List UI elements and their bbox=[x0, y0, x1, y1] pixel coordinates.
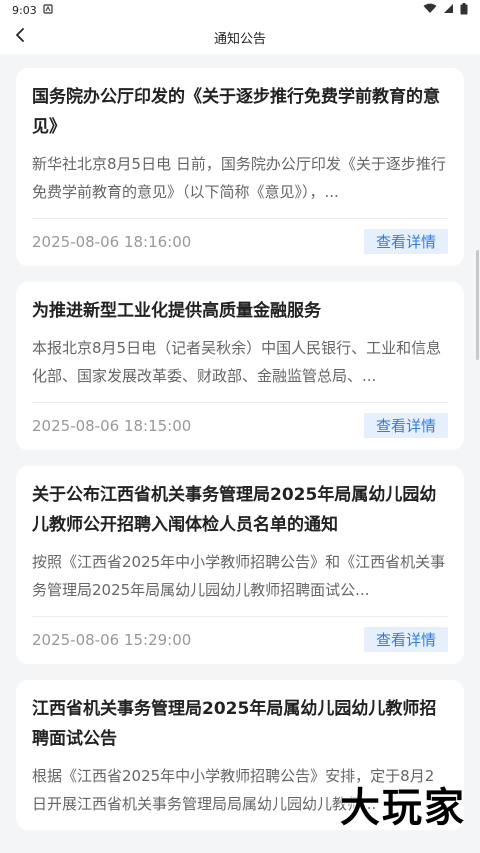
divider bbox=[32, 616, 448, 617]
article-card[interactable]: 为推进新型工业化提供高质量金融服务 本报北京8月5日电（记者吴秋余）中国人民银行… bbox=[16, 282, 464, 450]
view-details-button[interactable]: 查看详情 bbox=[363, 627, 448, 652]
article-summary: 本报北京8月5日电（记者吴秋余）中国人民银行、工业和信息化部、国家发展改革委、财… bbox=[32, 339, 442, 385]
article-summary: 新华社北京8月5日电 日前，国务院办公厅印发《关于逐步推行免费学前教育的意见》（… bbox=[32, 155, 446, 201]
article-title[interactable]: 关于公布江西省机关事务管理局2025年局属幼儿园幼儿教师公开招聘入闱体检人员名单… bbox=[32, 480, 448, 540]
notification-icon bbox=[43, 3, 53, 17]
article-footer: 2025-08-06 15:29:00 查看详情 bbox=[32, 627, 448, 652]
article-card[interactable]: 国务院办公厅印发的《关于逐步推行免费学前教育的意见》 新华社北京8月5日电 日前… bbox=[16, 68, 464, 266]
scrollbar[interactable] bbox=[476, 250, 479, 360]
view-details-button[interactable]: 查看详情 bbox=[363, 229, 448, 254]
status-bar: 9:03 bbox=[0, 0, 480, 20]
article-date: 2025-08-06 15:29:00 bbox=[32, 630, 192, 649]
view-details-button[interactable]: 查看详情 bbox=[363, 413, 448, 438]
page-title: 通知公告 bbox=[213, 31, 266, 47]
divider bbox=[32, 402, 448, 403]
article-date: 2025-08-06 18:16:00 bbox=[32, 232, 192, 251]
article-title[interactable]: 江西省机关事务管理局2025年局属幼儿园幼儿教师招聘面试公告 bbox=[32, 694, 448, 754]
battery-icon bbox=[460, 2, 468, 18]
article-title[interactable]: 国务院办公厅印发的《关于逐步推行免费学前教育的意见》 bbox=[32, 82, 448, 142]
article-footer: 2025-08-06 18:16:00 查看详情 bbox=[32, 229, 448, 254]
article-date: 2025-08-06 18:15:00 bbox=[32, 416, 192, 435]
article-footer: 2025-08-06 18:15:00 查看详情 bbox=[32, 413, 448, 438]
article-card[interactable]: 关于公布江西省机关事务管理局2025年局属幼儿园幼儿教师公开招聘入闱体检人员名单… bbox=[16, 466, 464, 664]
article-summary: 按照《江西省2025年中小学教师招聘公告》和《江西省机关事务管理局2025年局属… bbox=[32, 553, 446, 599]
article-title[interactable]: 为推进新型工业化提供高质量金融服务 bbox=[32, 296, 448, 326]
chevron-left-icon bbox=[13, 27, 27, 47]
divider bbox=[32, 218, 448, 219]
watermark-logo: 大玩家 bbox=[340, 785, 466, 831]
wifi-icon bbox=[423, 3, 437, 17]
article-list: 国务院办公厅印发的《关于逐步推行免费学前教育的意见》 新华社北京8月5日电 日前… bbox=[0, 54, 480, 830]
back-button[interactable] bbox=[6, 23, 34, 51]
status-time: 9:03 bbox=[12, 3, 37, 17]
signal-icon bbox=[443, 3, 454, 17]
app-header: 通知公告 bbox=[0, 20, 480, 54]
